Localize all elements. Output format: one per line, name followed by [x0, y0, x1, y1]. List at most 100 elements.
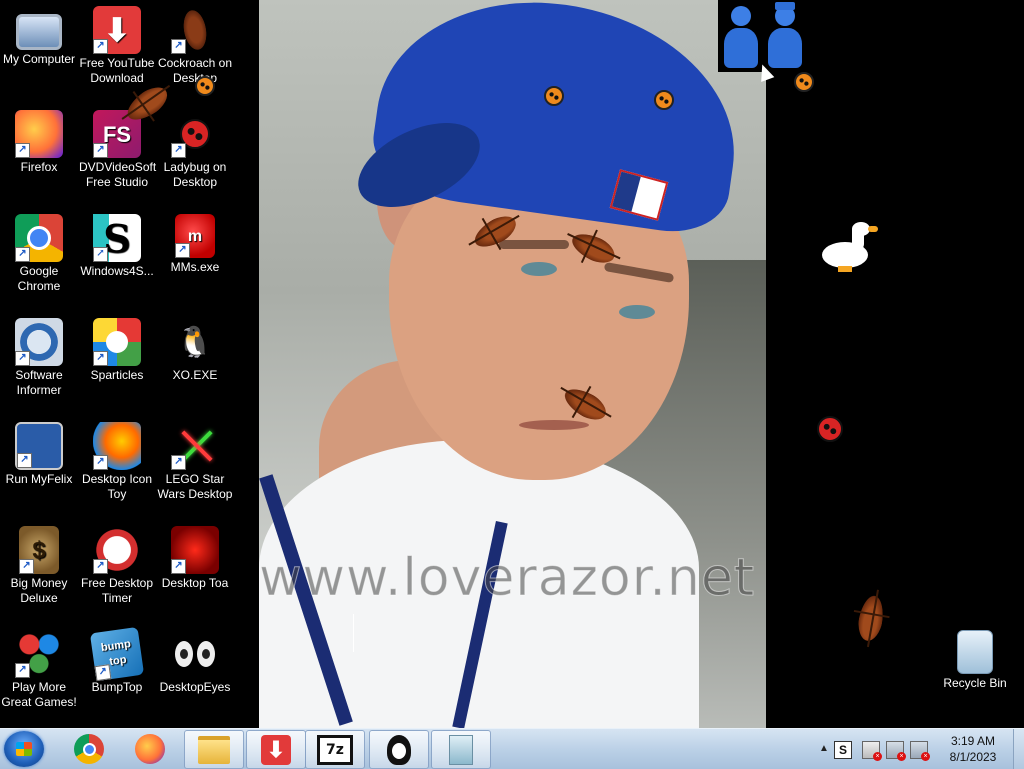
- desktop-toa-desktop-icon[interactable]: ↗ Desktop Toa: [156, 526, 234, 591]
- clock-time: 3:19 AM: [950, 734, 996, 748]
- taskbar-clock[interactable]: 3:19 AM 8/1/2023: [938, 733, 1008, 765]
- taskbar-7zip[interactable]: 7z: [305, 730, 365, 769]
- ladybug-sprite[interactable]: [654, 90, 674, 110]
- shortcut-arrow-icon: ↗: [171, 559, 186, 574]
- lego-star-wars-desktop-icon[interactable]: ↗ LEGO Star Wars Desktop: [156, 422, 234, 502]
- mms-exe-desktop-icon[interactable]: m ↗ MMs.exe: [156, 214, 234, 275]
- shortcut-arrow-icon: ↗: [17, 453, 32, 468]
- ladybug-on-desktop-icon[interactable]: ↗ Ladybug on Desktop: [156, 110, 234, 190]
- windows4s-tray-icon[interactable]: S: [834, 741, 852, 759]
- shortcut-arrow-icon: ↗: [94, 664, 112, 682]
- desktop[interactable]: www.loverazor.net My Computer ↗ Firefox …: [0, 0, 1024, 728]
- play-more-great-games-desktop-icon[interactable]: ↗ Play More Great Games!: [0, 630, 78, 710]
- bumptop-icon: bump top ↗: [89, 626, 145, 682]
- dvdvideosoft-desktop-icon[interactable]: FS ↗ DVDVideoSoft Free Studio: [78, 110, 156, 190]
- shortcut-arrow-icon: ↗: [19, 559, 34, 574]
- shortcut-arrow-icon: ↗: [171, 143, 186, 158]
- ladybug-sprite[interactable]: [794, 72, 814, 92]
- toa-mask-icon: ↗: [171, 526, 219, 574]
- sparticles-icon: ↗: [93, 318, 141, 366]
- shortcut-arrow-icon: ↗: [93, 143, 108, 158]
- my-computer-icon[interactable]: My Computer: [0, 6, 78, 67]
- recycle-bin-icon: [957, 630, 993, 674]
- taskbar-free-youtube-download[interactable]: ⬇: [246, 730, 306, 769]
- free-youtube-download-desktop-icon[interactable]: ⬇ ↗ Free YouTube Download: [78, 6, 156, 86]
- software-informer-icon: ↗: [15, 318, 63, 366]
- shortcut-arrow-icon: ↗: [93, 247, 108, 262]
- show-desktop-button[interactable]: [1013, 729, 1024, 769]
- big-money-deluxe-desktop-icon[interactable]: $ ↗ Big Money Deluxe: [0, 526, 78, 606]
- 7zip-icon: 7z: [317, 734, 353, 765]
- taskbar-firefox[interactable]: [121, 730, 179, 767]
- action-center-flag-icon[interactable]: ×: [862, 741, 882, 761]
- person-figure: [724, 6, 758, 68]
- volume-muted-icon[interactable]: ×: [910, 741, 930, 761]
- google-chrome-desktop-icon[interactable]: ↗ Google Chrome: [0, 214, 78, 294]
- computer-icon: [16, 14, 62, 50]
- shortcut-arrow-icon: ↗: [175, 243, 190, 258]
- shortcut-arrow-icon: ↗: [93, 455, 108, 470]
- eyes-icon: [171, 630, 219, 678]
- desktop-goose[interactable]: [822, 222, 878, 276]
- desktopeyes-desktop-icon[interactable]: DesktopEyes: [156, 630, 234, 695]
- error-badge-icon: ×: [873, 752, 882, 761]
- ladybug-sprite[interactable]: [195, 76, 215, 96]
- person-figure-with-hat: [768, 2, 802, 68]
- bumptop-desktop-icon[interactable]: bump top ↗ BumpTop: [78, 626, 156, 695]
- chrome-icon: ↗: [15, 214, 63, 262]
- windows4s-icon: S ↗: [93, 214, 141, 262]
- lightsaber-icon: ↗: [171, 422, 219, 470]
- chrome-icon: [74, 733, 104, 764]
- wallpaper-image: www.loverazor.net: [259, 0, 766, 728]
- desktop-icon-toy-icon: ↗: [93, 422, 141, 470]
- taskbar[interactable]: ⬇ 7z ▲ S × × × 3:19 AM 8/1/2023: [0, 728, 1024, 769]
- ladybug-sprite[interactable]: [544, 86, 564, 106]
- taskbar-xo-exe[interactable]: [369, 730, 429, 769]
- taskbar-document[interactable]: [431, 730, 491, 769]
- free-desktop-timer-desktop-icon[interactable]: ↗ Free Desktop Timer: [78, 526, 156, 606]
- download-arrow-icon: ⬇: [261, 734, 291, 765]
- clock-date: 8/1/2023: [949, 750, 997, 764]
- software-informer-desktop-icon[interactable]: ↗ Software Informer: [0, 318, 78, 398]
- xo-exe-desktop-icon[interactable]: 🐧 XO.EXE: [156, 318, 234, 383]
- money-bag-icon: $ ↗: [19, 526, 59, 574]
- folder-icon: [198, 735, 230, 764]
- show-hidden-icons-chevron-icon[interactable]: ▲: [816, 741, 832, 757]
- shortcut-arrow-icon: ↗: [171, 455, 186, 470]
- penguin-icon: 🐧: [176, 325, 214, 359]
- people-icon[interactable]: [718, 0, 816, 72]
- error-badge-icon: ×: [921, 752, 930, 761]
- taskbar-chrome[interactable]: [60, 730, 118, 767]
- ladybug-sprite[interactable]: [817, 416, 843, 442]
- shortcut-arrow-icon: ↗: [15, 247, 30, 262]
- windows4s-desktop-icon[interactable]: S ↗ Windows4S...: [78, 214, 156, 279]
- start-button[interactable]: [4, 731, 44, 767]
- shortcut-arrow-icon: ↗: [93, 351, 108, 366]
- felix-cat-icon: ↗: [15, 422, 63, 470]
- games-icon: ↗: [15, 630, 63, 678]
- download-arrow-icon: ⬇ ↗: [93, 6, 141, 54]
- system-tray: ▲ S × × × 3:19 AM 8/1/2023: [812, 729, 1024, 769]
- penguin-icon: [387, 734, 411, 765]
- sparticles-desktop-icon[interactable]: ↗ Sparticles: [78, 318, 156, 383]
- firefox-desktop-icon[interactable]: ↗ Firefox: [0, 110, 78, 175]
- recycle-bin-desktop-icon[interactable]: Recycle Bin: [936, 630, 1014, 691]
- ladybug-icon: ↗: [171, 110, 219, 158]
- cockroach-icon: ↗: [171, 6, 219, 54]
- run-myfelix-desktop-icon[interactable]: ↗ Run MyFelix: [0, 422, 78, 487]
- clock-icon: ↗: [93, 526, 141, 574]
- desktop-icon-toy-desktop-icon[interactable]: ↗ Desktop Icon Toy: [78, 422, 156, 502]
- shortcut-arrow-icon: ↗: [171, 39, 186, 54]
- document-icon: [449, 734, 473, 765]
- shortcut-arrow-icon: ↗: [93, 559, 108, 574]
- text-caret: [353, 614, 354, 652]
- taskbar-windows-explorer[interactable]: [184, 730, 244, 769]
- firefox-icon: [135, 733, 165, 764]
- network-icon[interactable]: ×: [886, 741, 906, 761]
- cockroach-sprite[interactable]: [855, 593, 887, 643]
- shortcut-arrow-icon: ↗: [93, 39, 108, 54]
- cockroach-on-desktop-icon[interactable]: ↗ Cockroach on Desktop: [156, 6, 234, 86]
- mms-candy-icon: m ↗: [175, 214, 215, 258]
- shortcut-arrow-icon: ↗: [15, 663, 30, 678]
- wallpaper-watermark: www.loverazor.net: [259, 548, 756, 609]
